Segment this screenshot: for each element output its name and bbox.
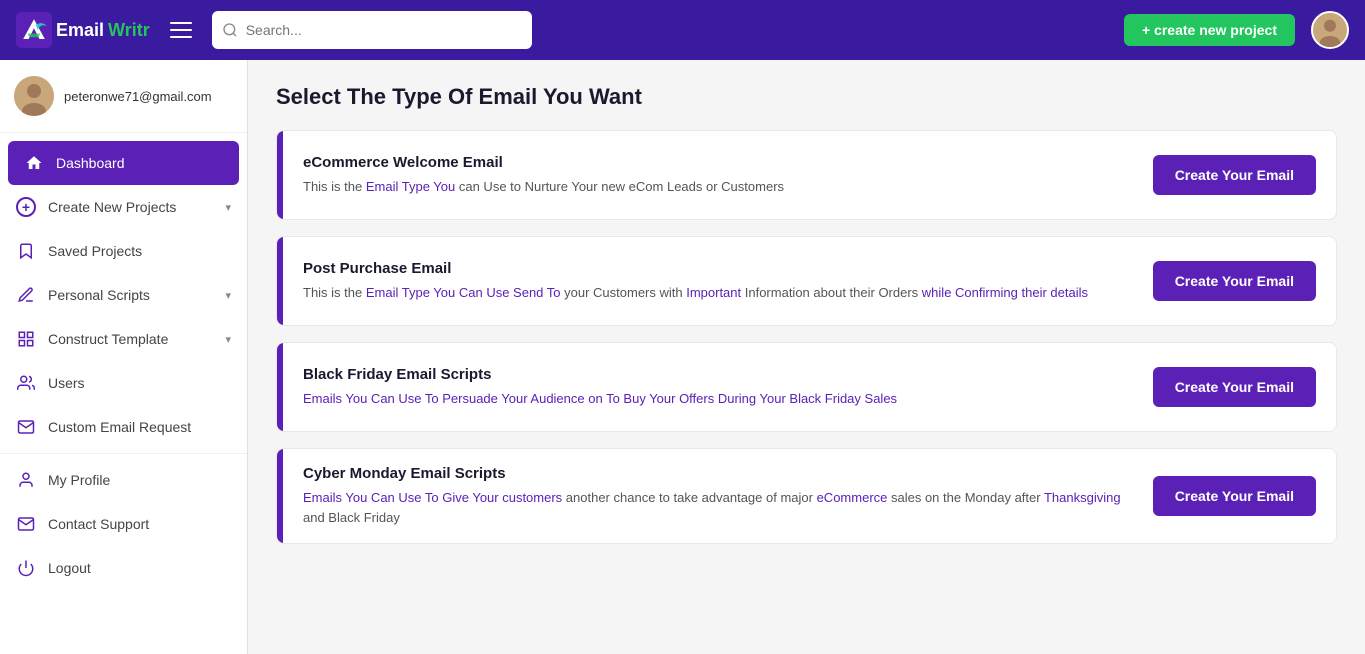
card-body: Black Friday Email Scripts Emails You Ca… [283,350,1153,425]
search-bar [212,11,532,49]
top-navigation: EmailWritr + create new project [0,0,1365,60]
sidebar-item-saved-projects[interactable]: Saved Projects [0,229,247,273]
sidebar-item-personal-scripts[interactable]: Personal Scripts ▾ [0,273,247,317]
email-card-cyber-monday: Cyber Monday Email Scripts Emails You Ca… [276,448,1337,544]
sidebar-item-my-profile-label: My Profile [48,472,231,488]
sidebar-divider [0,453,247,454]
bookmark-icon [16,241,36,261]
logo-email: Email [56,20,104,41]
sidebar-user-email: peteronwe71@gmail.com [64,89,212,104]
grid-icon [16,329,36,349]
envelope-small-icon [16,514,36,534]
sidebar-nav: Dashboard + Create New Projects ▾ Saved … [0,133,247,654]
card-body: eCommerce Welcome Email This is the Emai… [283,138,1153,213]
sidebar: peteronwe71@gmail.com Dashboard + Create… [0,60,248,654]
chevron-down-icon-2: ▾ [225,289,231,302]
highlight-text-2: eCommerce [817,490,888,505]
person-icon [16,470,36,490]
home-icon [24,153,44,173]
sidebar-item-dashboard[interactable]: Dashboard [8,141,239,185]
highlight-text-3: while Confirming their details [922,285,1088,300]
highlight-text-3: Thanksgiving [1044,490,1121,505]
highlight-text: Email Type You [366,179,455,194]
sidebar-item-my-profile[interactable]: My Profile [0,458,247,502]
sidebar-user: peteronwe71@gmail.com [0,60,247,133]
highlight-text-2: Important [686,285,741,300]
card-description: This is the Email Type You Can Use Send … [303,283,1133,303]
card-body: Post Purchase Email This is the Email Ty… [283,244,1153,319]
envelope-icon [16,417,36,437]
sidebar-item-custom-email-request-label: Custom Email Request [48,419,231,435]
sidebar-item-dashboard-label: Dashboard [56,155,223,171]
card-description: Emails You Can Use To Persuade Your Audi… [303,389,1133,409]
create-project-button[interactable]: + create new project [1124,14,1295,46]
sidebar-item-construct-template[interactable]: Construct Template ▾ [0,317,247,361]
power-icon [16,558,36,578]
logo[interactable]: EmailWritr [16,12,150,48]
highlight-text: Emails You Can Use To Persuade Your Audi… [303,391,897,406]
content-area: Select The Type Of Email You Want eComme… [248,60,1365,654]
page-title: Select The Type Of Email You Want [276,84,1337,110]
sidebar-item-logout-label: Logout [48,560,231,576]
email-card-black-friday: Black Friday Email Scripts Emails You Ca… [276,342,1337,432]
main-layout: peteronwe71@gmail.com Dashboard + Create… [0,60,1365,654]
create-email-button-cyber-monday[interactable]: Create Your Email [1153,476,1316,516]
highlight-text: Emails You Can Use To Give Your customer… [303,490,562,505]
sidebar-item-construct-template-label: Construct Template [48,331,213,347]
search-input[interactable] [246,22,522,38]
card-body: Cyber Monday Email Scripts Emails You Ca… [283,449,1153,543]
sidebar-item-contact-support[interactable]: Contact Support [0,502,247,546]
create-email-button-ecommerce[interactable]: Create Your Email [1153,155,1316,195]
create-email-button-post-purchase[interactable]: Create Your Email [1153,261,1316,301]
sidebar-item-create-new-projects-label: Create New Projects [48,199,213,215]
card-title: eCommerce Welcome Email [303,154,1133,171]
plus-circle-shape: + [16,197,36,217]
chevron-down-icon: ▾ [225,201,231,214]
hamburger-button[interactable] [166,18,196,42]
sidebar-item-users[interactable]: Users [0,361,247,405]
sidebar-item-logout[interactable]: Logout [0,546,247,590]
create-project-label: + create new project [1142,22,1277,38]
email-card-post-purchase: Post Purchase Email This is the Email Ty… [276,236,1337,326]
card-description: Emails You Can Use To Give Your customer… [303,488,1133,527]
chevron-down-icon-3: ▾ [225,333,231,346]
sidebar-item-create-new-projects[interactable]: + Create New Projects ▾ [0,185,247,229]
highlight-text: Email Type You Can Use Send To [366,285,561,300]
sidebar-item-saved-projects-label: Saved Projects [48,243,231,259]
pen-icon [16,285,36,305]
card-title: Cyber Monday Email Scripts [303,465,1133,482]
sidebar-item-contact-support-label: Contact Support [48,516,231,532]
card-description: This is the Email Type You can Use to Nu… [303,177,1133,197]
create-email-button-black-friday[interactable]: Create Your Email [1153,367,1316,407]
sidebar-item-users-label: Users [48,375,231,391]
users-icon [16,373,36,393]
email-card-ecommerce-welcome: eCommerce Welcome Email This is the Emai… [276,130,1337,220]
sidebar-item-custom-email-request[interactable]: Custom Email Request [0,405,247,449]
sidebar-avatar [14,76,54,116]
card-title: Post Purchase Email [303,260,1133,277]
card-title: Black Friday Email Scripts [303,366,1133,383]
plus-circle-icon: + [16,197,36,217]
sidebar-item-personal-scripts-label: Personal Scripts [48,287,213,303]
search-icon [222,22,238,38]
user-avatar[interactable] [1311,11,1349,49]
logo-writr: Writr [108,20,150,41]
